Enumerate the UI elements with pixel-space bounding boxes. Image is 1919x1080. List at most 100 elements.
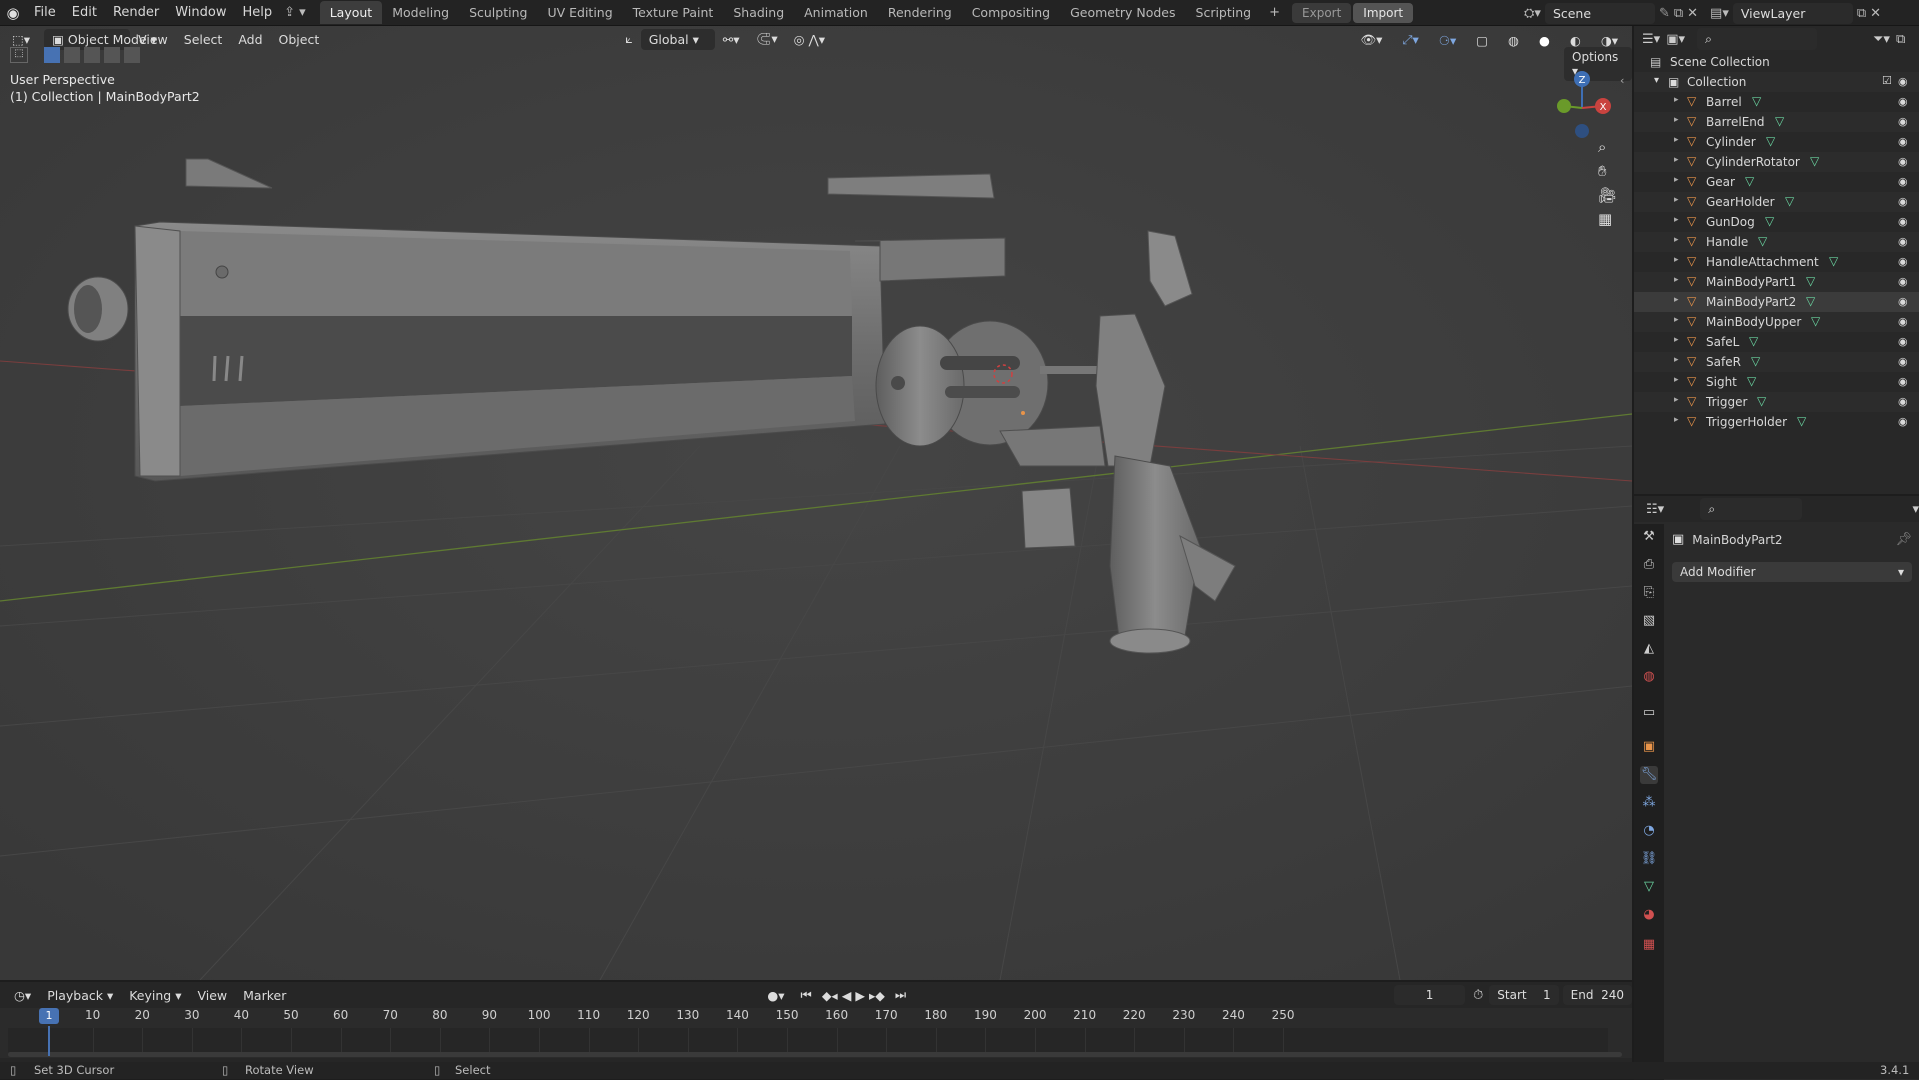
- mesh-data-icon[interactable]: ▽: [1758, 234, 1767, 248]
- tab-compositing[interactable]: Compositing: [962, 1, 1060, 24]
- outliner-collection[interactable]: ▾ ▣ Collection ☑ ◉: [1634, 72, 1919, 92]
- data-tab-icon[interactable]: ▽: [1640, 878, 1658, 896]
- outliner-search-input[interactable]: ⌕: [1697, 28, 1817, 50]
- checkbox-icon[interactable]: ☑: [1882, 74, 1892, 87]
- eye-icon[interactable]: ◉: [1898, 175, 1908, 188]
- eye-icon[interactable]: ◉: [1898, 335, 1908, 348]
- view-layer-tab-icon[interactable]: ▧: [1640, 612, 1658, 630]
- particles-tab-icon[interactable]: ⁂: [1640, 794, 1658, 812]
- jump-start-icon[interactable]: ⏮: [793, 984, 820, 1006]
- mesh-data-icon[interactable]: ▽: [1752, 94, 1761, 108]
- menu-render[interactable]: Render: [105, 5, 167, 20]
- outliner-editor-icon[interactable]: ☰▾: [1642, 32, 1660, 47]
- camera-view-icon[interactable]: 🎥︎: [1598, 186, 1617, 204]
- mesh-data-icon[interactable]: ▽: [1806, 274, 1815, 288]
- add-modifier-dropdown[interactable]: Add Modifier ▾: [1672, 562, 1912, 582]
- outliner-item[interactable]: ▸ ▽ BarrelEnd ▽ ◉: [1634, 112, 1919, 132]
- blender-logo-icon[interactable]: ◉: [0, 4, 26, 22]
- expand-arrow-icon[interactable]: ▸: [1674, 255, 1679, 265]
- transform-orientation-icon[interactable]: ⟀: [617, 28, 641, 50]
- outliner-item[interactable]: ▸ ▽ SafeL ▽ ◉: [1634, 332, 1919, 352]
- select-mode-intersect-icon[interactable]: [124, 47, 140, 63]
- eye-icon[interactable]: ◉: [1898, 375, 1908, 388]
- mesh-data-icon[interactable]: ▽: [1806, 294, 1815, 308]
- properties-search-input[interactable]: ⌕: [1700, 498, 1803, 520]
- mesh-data-icon[interactable]: ▽: [1757, 394, 1766, 408]
- menu-object[interactable]: Object: [271, 29, 328, 50]
- eye-icon[interactable]: ◉: [1898, 135, 1908, 148]
- outliner-item[interactable]: ▸ ▽ HandleAttachment ▽ ◉: [1634, 252, 1919, 272]
- menu-window[interactable]: Window: [167, 5, 234, 20]
- jump-keyframe-forward-icon[interactable]: ▸◆: [867, 988, 887, 1003]
- outliner-item[interactable]: ▸ ▽ GunDog ▽ ◉: [1634, 212, 1919, 232]
- mesh-data-icon[interactable]: ▽: [1785, 194, 1794, 208]
- display-mode-icon[interactable]: ▣▾: [1666, 32, 1685, 47]
- eye-icon[interactable]: ◉: [1898, 315, 1908, 328]
- solid-shading-icon[interactable]: ●: [1531, 30, 1558, 51]
- eye-icon[interactable]: ◉: [1898, 415, 1908, 428]
- expand-arrow-icon[interactable]: ▸: [1674, 415, 1679, 425]
- expand-arrow-icon[interactable]: ▸: [1674, 215, 1679, 225]
- tab-sculpting[interactable]: Sculpting: [459, 1, 537, 24]
- new-scene-icon[interactable]: ⧉: [1674, 6, 1683, 21]
- pivot-icon[interactable]: ⚯▾: [715, 29, 748, 50]
- pan-hand-icon[interactable]: ✋︎: [1598, 162, 1617, 180]
- eye-icon[interactable]: ◉: [1898, 215, 1908, 228]
- expand-arrow-icon[interactable]: ▸: [1674, 155, 1679, 165]
- mesh-data-icon[interactable]: ▽: [1797, 414, 1806, 428]
- gizmo-toggle-icon[interactable]: ⤢▾: [1394, 29, 1426, 51]
- current-frame-field[interactable]: 1: [1394, 985, 1466, 1005]
- texture-tab-icon[interactable]: ▦: [1640, 936, 1658, 954]
- collapse-arrow-icon[interactable]: ▾: [1654, 75, 1659, 86]
- select-mode-extend-icon[interactable]: [64, 47, 80, 63]
- menu-add[interactable]: Add: [230, 29, 270, 50]
- outliner-item[interactable]: ▸ ▽ MainBodyPart2 ▽ ◉: [1634, 292, 1919, 312]
- mesh-data-icon[interactable]: ▽: [1745, 174, 1754, 188]
- pin-properties-icon[interactable]: 📌︎: [1895, 532, 1912, 547]
- playhead-marker[interactable]: 1: [39, 1008, 59, 1024]
- filter-icon[interactable]: ⏷▾: [1873, 32, 1890, 47]
- scene-field[interactable]: Scene: [1544, 3, 1655, 24]
- eye-icon[interactable]: ◉: [1898, 95, 1908, 108]
- mesh-data-icon[interactable]: ▽: [1775, 114, 1784, 128]
- properties-editor-icon[interactable]: ☷▾: [1646, 502, 1664, 517]
- outliner-item[interactable]: ▸ ▽ MainBodyUpper ▽ ◉: [1634, 312, 1919, 332]
- select-mode-invert-icon[interactable]: [104, 47, 120, 63]
- outliner-item[interactable]: ▸ ▽ SafeR ▽ ◉: [1634, 352, 1919, 372]
- outliner-item[interactable]: ▸ ▽ Sight ▽ ◉: [1634, 372, 1919, 392]
- scene-icon[interactable]: ⛭▾: [1524, 6, 1541, 21]
- eye-icon[interactable]: ◉: [1898, 355, 1908, 368]
- menu-edit[interactable]: Edit: [64, 5, 105, 20]
- jump-end-icon[interactable]: ⏭: [887, 984, 914, 1006]
- mesh-data-icon[interactable]: ▽: [1811, 314, 1820, 328]
- eye-icon[interactable]: ◉: [1898, 155, 1908, 168]
- expand-arrow-icon[interactable]: ▸: [1674, 335, 1679, 345]
- start-frame-field[interactable]: Start 1: [1489, 985, 1559, 1005]
- outliner-item[interactable]: ▸ ▽ Gear ▽ ◉: [1634, 172, 1919, 192]
- new-collection-icon[interactable]: ⧉: [1896, 32, 1905, 47]
- outliner-scene-collection[interactable]: ▤ Scene Collection: [1634, 52, 1919, 72]
- eye-icon[interactable]: ◉: [1898, 275, 1908, 288]
- tab-scripting[interactable]: Scripting: [1186, 1, 1262, 24]
- play-reverse-icon[interactable]: ◀: [840, 988, 854, 1003]
- tab-uv-editing[interactable]: UV Editing: [537, 1, 622, 24]
- proportional-edit-icon[interactable]: ◎ ⋀▾: [786, 29, 833, 50]
- expand-arrow-icon[interactable]: ▸: [1674, 195, 1679, 205]
- visibility-icon[interactable]: 👁︎▾: [1352, 29, 1390, 51]
- snap-icon[interactable]: 🧲︎▾: [748, 28, 786, 50]
- timeline-editor-icon[interactable]: ◷▾: [6, 985, 39, 1006]
- overlay-toggle-icon[interactable]: ⚆▾: [1431, 30, 1464, 51]
- select-mode-subtract-icon[interactable]: [84, 47, 100, 63]
- undo-history-icon[interactable]: ⇪ ▾: [284, 5, 306, 20]
- eye-icon[interactable]: ◉: [1898, 255, 1908, 268]
- expand-arrow-icon[interactable]: ▸: [1674, 175, 1679, 185]
- collection-tab-icon[interactable]: ▭: [1640, 704, 1658, 722]
- mesh-data-icon[interactable]: ▽: [1747, 374, 1756, 388]
- eye-icon[interactable]: ◉: [1898, 75, 1908, 88]
- menu-keying[interactable]: Keying ▾: [121, 985, 189, 1006]
- menu-timeline-view[interactable]: View: [189, 985, 235, 1006]
- orientation-dropdown[interactable]: Global ▾: [640, 28, 715, 50]
- tab-animation[interactable]: Animation: [794, 1, 878, 24]
- tab-rendering[interactable]: Rendering: [878, 1, 962, 24]
- eye-icon[interactable]: ◉: [1898, 395, 1908, 408]
